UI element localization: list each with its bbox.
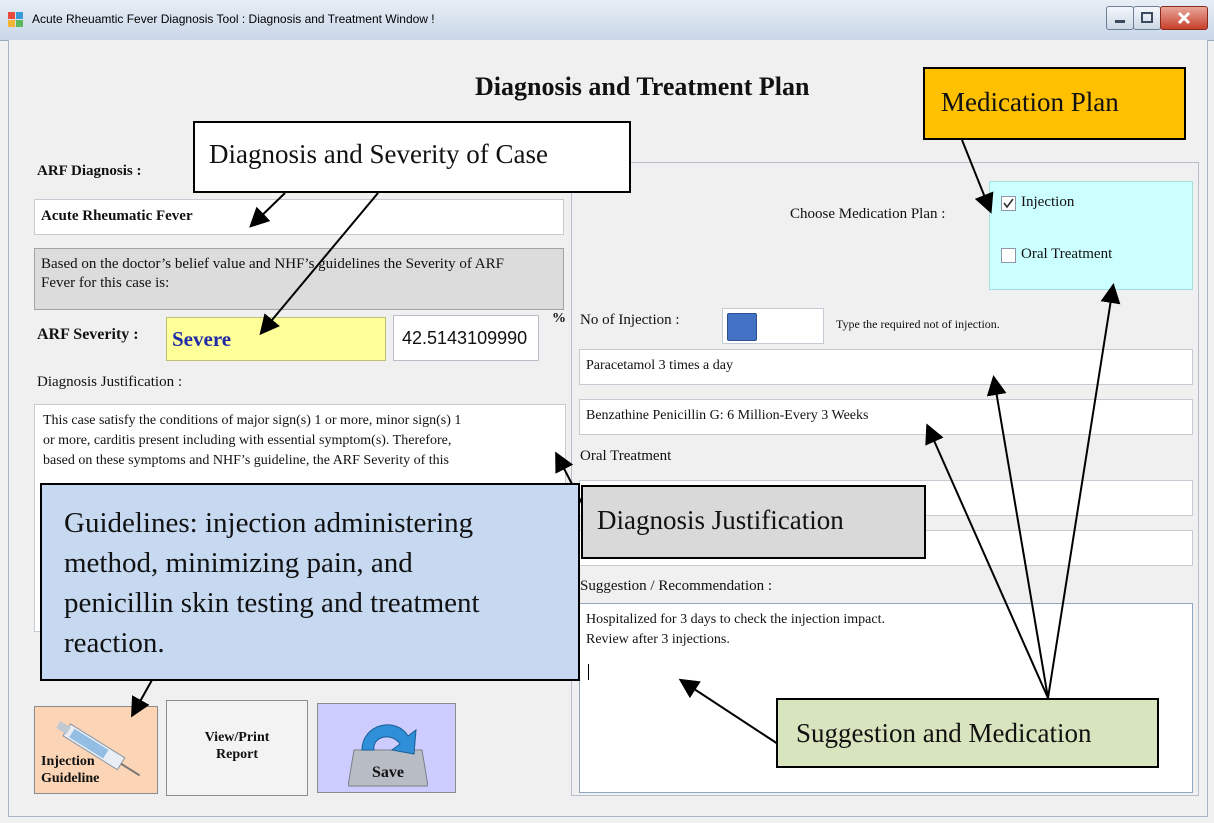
arrow-to-medication-plan-panel: [1047, 283, 1121, 699]
arrow-to-severity-value: [259, 192, 379, 336]
callout-suggestion-medication: Suggestion and Medication: [776, 698, 1159, 768]
callout-diagnosis-justification-text: Diagnosis Justification: [597, 505, 844, 535]
callout-diagnosis-severity-text: Diagnosis and Severity of Case: [209, 139, 548, 169]
callout-medication-plan-text: Medication Plan: [941, 87, 1119, 117]
arrow-to-injection-line-1: [986, 375, 1049, 699]
callout-suggestion-medication-text: Suggestion and Medication: [796, 718, 1092, 748]
callout-guidelines-line: method, minimizing pain, and: [64, 547, 413, 579]
callout-diagnosis-justification: Diagnosis Justification: [581, 485, 926, 559]
arrow-to-suggestion-text: [678, 678, 779, 745]
callout-guidelines-line: reaction.: [64, 627, 165, 659]
callout-guidelines-line: penicillin skin testing and treatment: [64, 587, 480, 619]
arrow-to-injection-guideline-button: [131, 679, 153, 718]
callout-guidelines-line: Guidelines: injection administering: [64, 507, 474, 539]
callout-medication-plan: Medication Plan: [923, 67, 1186, 140]
arrow-to-diagnosis-value: [249, 192, 286, 228]
callout-guidelines: Guidelines: injection administering meth…: [40, 483, 580, 681]
arrow-to-injection-line-2: [925, 423, 1049, 699]
arrow-to-medication-plan: [961, 139, 994, 214]
callout-diagnosis-severity: Diagnosis and Severity of Case: [193, 121, 631, 193]
